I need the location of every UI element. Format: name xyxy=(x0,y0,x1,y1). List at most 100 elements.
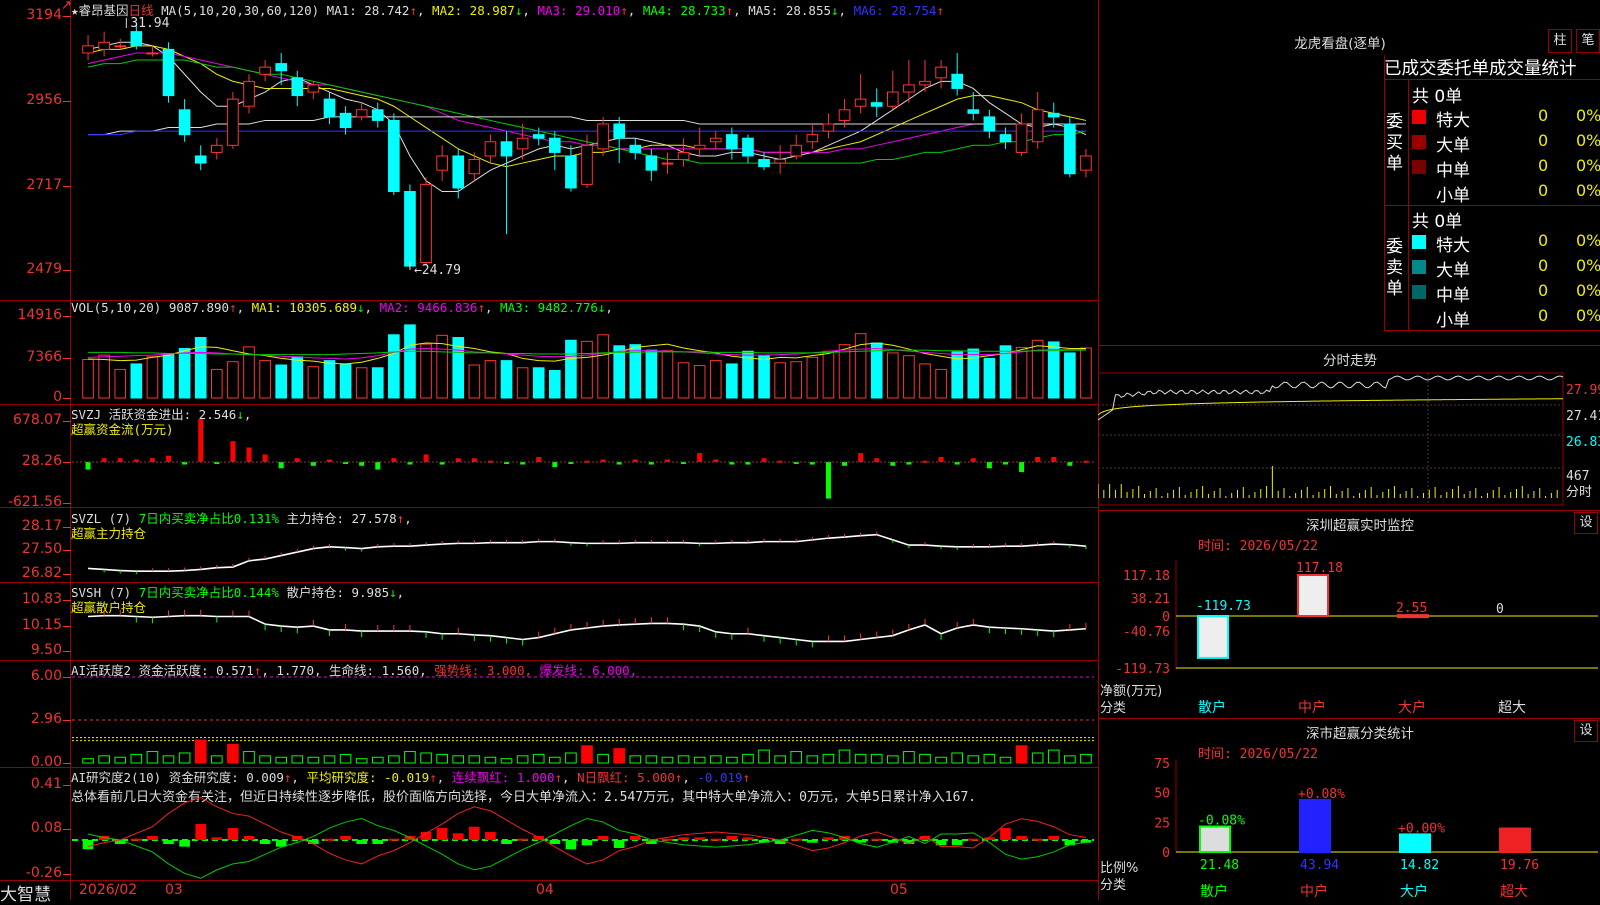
volume-bar xyxy=(1031,339,1044,399)
volume-bar xyxy=(130,363,143,399)
classify-category-label: 超大 xyxy=(1500,884,1528,900)
classify-delta-label: +0.08% xyxy=(1298,787,1345,802)
main-chart[interactable]: 31.94 ←24.79 xyxy=(0,0,1098,900)
classify-settings-button[interactable]: 设 xyxy=(1574,720,1598,742)
svzj-bar xyxy=(1035,456,1041,462)
candle-body xyxy=(500,141,513,157)
volume-bar xyxy=(291,356,304,399)
volume-bar xyxy=(935,368,947,399)
ai1-bar xyxy=(404,751,416,764)
classify-title: 深市超赢分类统计 xyxy=(1306,726,1414,742)
ai1-bar xyxy=(500,758,513,764)
candle-body xyxy=(436,155,448,171)
svzj-bar xyxy=(262,454,268,462)
ai1-bar xyxy=(130,753,143,764)
dragon-row-pct: 0% xyxy=(1576,306,1600,325)
candle-body xyxy=(420,183,432,264)
candle-body xyxy=(903,84,915,93)
volume-bar xyxy=(661,350,674,399)
candle-body xyxy=(275,63,288,72)
intraday-tick-label: 分时 xyxy=(1566,485,1592,500)
classify-tick-label: 50 xyxy=(1154,787,1170,802)
volume-bar xyxy=(822,350,835,399)
dragon-row-label: 特大 xyxy=(1436,236,1470,256)
monitor-settings-button[interactable]: 设 xyxy=(1574,512,1598,534)
candle-body xyxy=(838,109,851,121)
volume-bar xyxy=(565,339,577,399)
svzj-bar xyxy=(455,458,461,462)
ai2-bar xyxy=(388,838,400,841)
ai1-bar xyxy=(919,753,931,764)
volume-bar xyxy=(82,359,94,399)
intraday-chart[interactable]: 27.99 27.41 26.83 467分时 xyxy=(1098,370,1600,510)
monitor-value-label: -119.73 xyxy=(1196,599,1251,614)
ai1-bar xyxy=(98,755,110,764)
ai1-bar xyxy=(951,752,964,764)
candle-body xyxy=(806,134,819,143)
dragon-row-value: 0 xyxy=(1538,181,1549,200)
ai2-bar xyxy=(565,840,577,850)
volume-bar xyxy=(983,357,996,399)
tab-stroke[interactable]: 笔 xyxy=(1576,29,1600,53)
ai1-bar xyxy=(82,758,94,764)
ai1-bar xyxy=(790,751,803,764)
dragon-row-label: 大单 xyxy=(1436,261,1470,281)
ai1-bar xyxy=(178,752,191,764)
ai1-bar xyxy=(629,755,642,764)
classify-bar xyxy=(1199,825,1231,853)
volume-bar xyxy=(420,343,432,399)
sell-count: 共 0单 xyxy=(1412,212,1463,232)
monitor-tick-label: -119.73 xyxy=(1115,662,1170,677)
candle-body xyxy=(98,41,110,50)
dragon-row-label: 小单 xyxy=(1436,311,1470,331)
legend-swatch xyxy=(1412,285,1426,299)
monitor-category-label: 超大 xyxy=(1498,700,1526,716)
ai1-bar xyxy=(516,755,529,764)
candle-body xyxy=(919,80,931,86)
candle-body xyxy=(355,109,368,118)
monitor-category-label: 大户 xyxy=(1398,699,1426,716)
volume-bar xyxy=(371,367,384,399)
volume-bar xyxy=(758,355,770,399)
candle-body xyxy=(726,134,738,150)
volume-bar xyxy=(806,356,819,399)
monitor-tick-label: 117.18 xyxy=(1123,569,1170,584)
ai2-bar xyxy=(485,832,496,840)
ai2-bar xyxy=(452,833,464,840)
dragon-row-value: 0 xyxy=(1538,156,1549,175)
volume-bar xyxy=(886,352,899,399)
candle-body xyxy=(645,155,658,171)
svzj-bar xyxy=(761,458,767,462)
candle-body xyxy=(194,155,207,164)
candle-body xyxy=(227,98,239,146)
candle-body xyxy=(532,134,545,139)
ai1-bar xyxy=(1064,755,1076,764)
candle-body xyxy=(323,98,336,118)
volume-bar xyxy=(388,334,400,399)
svzj-bar xyxy=(85,462,91,470)
brand-logo: 大智慧 xyxy=(0,885,51,905)
candle-body xyxy=(82,45,94,54)
svzl-line xyxy=(87,533,1087,573)
dragon-row-value: 0 xyxy=(1538,281,1549,300)
svzj-bar xyxy=(117,458,123,462)
ai1-bar xyxy=(903,751,915,764)
classify-value-label: 19.76 xyxy=(1500,858,1539,873)
ai1-bar xyxy=(388,755,400,764)
svzj-bar xyxy=(375,462,381,470)
intraday-tick-label: 26.83 xyxy=(1566,435,1600,450)
classify-bar xyxy=(1399,833,1431,853)
tab-column[interactable]: 柱 xyxy=(1548,29,1572,53)
volume-bar xyxy=(404,324,416,399)
ai2-bar xyxy=(195,824,207,840)
candle-body xyxy=(516,137,529,150)
dragon-row-pct: 0% xyxy=(1576,231,1600,250)
intraday-tick-label: 467 xyxy=(1566,469,1589,484)
ai1-bar xyxy=(227,743,239,764)
monitor-category-label: 散户 xyxy=(1198,699,1226,716)
candle-body xyxy=(1047,112,1060,118)
svzj-bar xyxy=(294,458,300,462)
volume-bar xyxy=(98,354,110,399)
ai2-bar xyxy=(967,838,979,841)
candle-body xyxy=(758,159,770,168)
